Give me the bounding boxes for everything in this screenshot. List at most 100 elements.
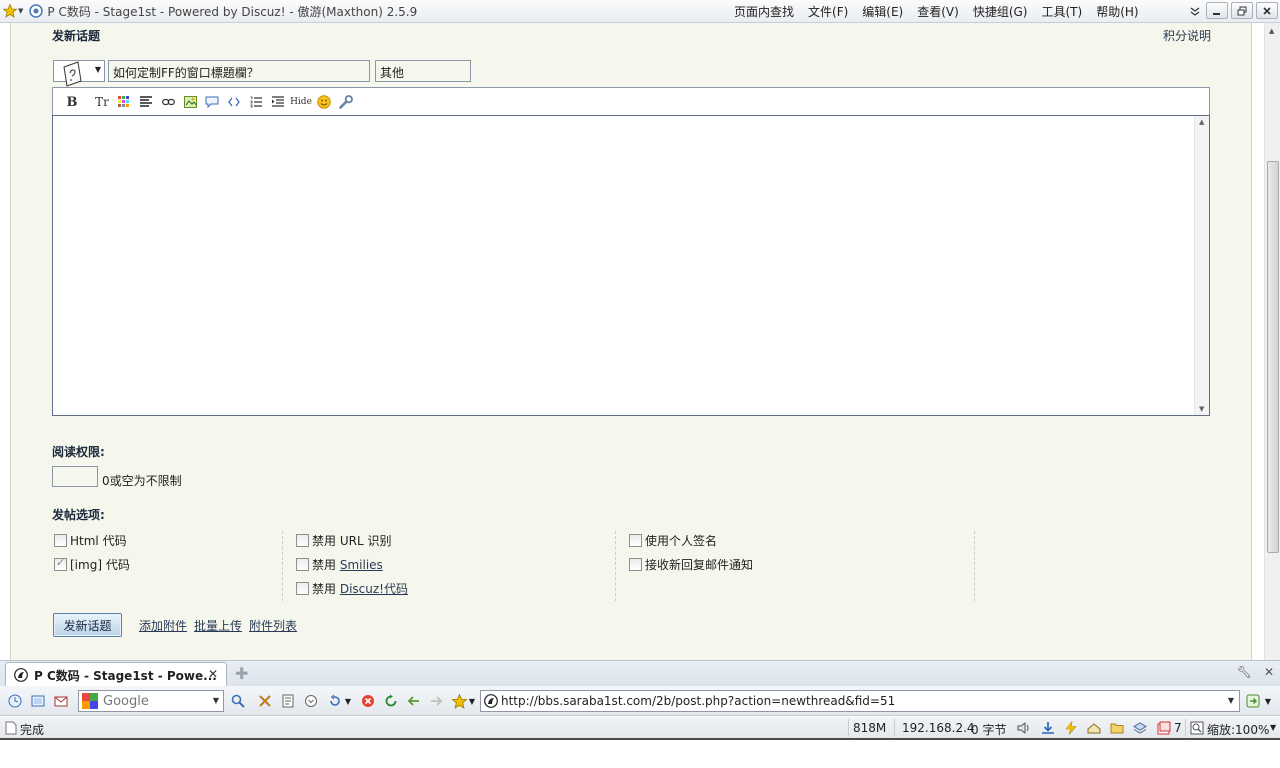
hide-content-button[interactable]: Hide: [289, 92, 313, 112]
folder-icon[interactable]: [1109, 720, 1125, 736]
batch-upload-link[interactable]: 批量上传: [194, 617, 242, 634]
html-code-checkbox[interactable]: [54, 534, 67, 547]
advanced-tools-button[interactable]: [335, 92, 357, 112]
proxy-icon[interactable]: [1086, 720, 1102, 736]
tools-icon[interactable]: [257, 693, 273, 709]
scroll-up-arrow-icon[interactable]: ▲: [1199, 118, 1204, 126]
zoom-icon[interactable]: [1189, 720, 1205, 736]
post-form-panel: 发新话题 积分说明 ▼ 如何定制FF的窗口標題欄？ 其他 B Tr Hide ▲…: [10, 23, 1252, 660]
byte-count: 0 字节: [971, 723, 1007, 737]
refresh-icon[interactable]: [383, 693, 399, 709]
textarea-scrollbar[interactable]: ▲ ▼: [1194, 116, 1209, 415]
google-icon[interactable]: [82, 693, 98, 709]
scroll-up-arrow-icon[interactable]: ▲: [1269, 27, 1274, 35]
option-use-signature[interactable]: 使用个人签名: [629, 532, 717, 549]
align-button[interactable]: [135, 92, 157, 112]
menu-view[interactable]: 查看(V): [917, 3, 959, 20]
option-disable-smilies[interactable]: 禁用 Smilies: [296, 556, 383, 573]
attachment-list-link[interactable]: 附件列表: [249, 617, 297, 634]
chevron-down-icon[interactable]: ▼: [1270, 723, 1276, 732]
menu-help[interactable]: 帮助(H): [1096, 3, 1138, 20]
image-button[interactable]: [179, 92, 201, 112]
option-img-code[interactable]: [img] 代码: [54, 556, 130, 573]
tab-title: P C数码 - Stage1st - Powe...: [34, 668, 217, 683]
post-icon-select[interactable]: ▼: [53, 60, 105, 87]
favorites-star-icon[interactable]: [3, 4, 17, 18]
close-window-button[interactable]: [1256, 2, 1278, 19]
go-icon[interactable]: [1245, 693, 1261, 709]
menu-groups[interactable]: 快捷组(G): [973, 3, 1028, 20]
page-viewport: 发新话题 积分说明 ▼ 如何定制FF的窗口標題欄？ 其他 B Tr Hide ▲…: [0, 23, 1264, 660]
email-notify-checkbox[interactable]: [629, 558, 642, 571]
message-textarea[interactable]: ▲ ▼: [52, 115, 1210, 416]
page-scrollbar[interactable]: ▲: [1264, 23, 1280, 660]
download-icon[interactable]: [1040, 720, 1056, 736]
close-all-tabs-icon[interactable]: ✕: [1264, 665, 1274, 679]
chevron-down-icon[interactable]: ▼: [343, 693, 353, 709]
screen-capture-icon[interactable]: [30, 693, 46, 709]
tab-count-icon[interactable]: [1156, 720, 1172, 736]
layers-icon[interactable]: [1132, 720, 1148, 736]
scroll-down-arrow-icon[interactable]: ▼: [1199, 405, 1204, 413]
tabbar-pin-icon[interactable]: 🔧︎: [1237, 665, 1252, 679]
mail-icon[interactable]: [53, 693, 69, 709]
lightning-icon[interactable]: [1063, 720, 1079, 736]
option-disable-url[interactable]: 禁用 URL 识别: [296, 532, 391, 549]
menu-overflow-chevron-icon[interactable]: [1187, 2, 1203, 19]
restore-button[interactable]: [1231, 2, 1253, 19]
menu-tools[interactable]: 工具(T): [1042, 3, 1083, 20]
undo-close-icon[interactable]: [327, 693, 343, 709]
favorites-star-icon[interactable]: [451, 693, 467, 709]
link-button[interactable]: [157, 92, 179, 112]
search-icon[interactable]: [230, 693, 246, 709]
close-tab-icon[interactable]: ✕: [208, 667, 218, 681]
stop-icon[interactable]: [360, 693, 376, 709]
smiley-button[interactable]: [313, 92, 335, 112]
read-permission-input[interactable]: [52, 466, 98, 487]
search-engine-box[interactable]: Google ▼: [78, 690, 224, 712]
quote-button[interactable]: [201, 92, 223, 112]
minimize-button[interactable]: [1206, 2, 1228, 19]
zoom-level[interactable]: 缩放:100%: [1207, 721, 1269, 738]
option-disable-discuz-code[interactable]: 禁用 Discuz!代码: [296, 580, 408, 597]
disable-smilies-checkbox[interactable]: [296, 558, 309, 571]
credits-help-link[interactable]: 积分说明: [1163, 27, 1211, 44]
chevron-down-icon[interactable]: ▼: [467, 693, 477, 709]
tab-active[interactable]: P C数码 - Stage1st - Powe... ✕: [5, 662, 227, 687]
subject-input[interactable]: 如何定制FF的窗口標題欄？: [108, 60, 370, 82]
menu-file[interactable]: 文件(F): [808, 3, 848, 20]
smilies-link[interactable]: Smilies: [340, 558, 383, 572]
signature-checkbox[interactable]: [629, 534, 642, 547]
notes-icon[interactable]: [280, 693, 296, 709]
chevron-down-icon[interactable]: ▼: [1228, 696, 1234, 705]
font-size-button[interactable]: Tr: [91, 92, 113, 112]
indent-button[interactable]: [267, 92, 289, 112]
ordered-list-button[interactable]: [245, 92, 267, 112]
code-button[interactable]: [223, 92, 245, 112]
color-button[interactable]: [113, 92, 135, 112]
bold-button[interactable]: B: [61, 92, 83, 112]
option-html-code[interactable]: Html 代码: [54, 532, 127, 549]
dropdown-circle-icon[interactable]: [303, 693, 319, 709]
scrollbar-thumb[interactable]: [1267, 161, 1279, 553]
disable-discuz-checkbox[interactable]: [296, 582, 309, 595]
option-email-notify[interactable]: 接收新回复邮件通知: [629, 556, 753, 573]
signature-label: 使用个人签名: [645, 534, 718, 548]
new-tab-icon[interactable]: ✚: [235, 664, 248, 683]
chevron-down-icon[interactable]: ▼: [1263, 693, 1273, 709]
address-bar[interactable]: http://bbs.saraba1st.com/2b/post.php?act…: [480, 690, 1240, 712]
menu-find-in-page[interactable]: 页面内查找: [734, 3, 794, 20]
thread-type-select[interactable]: 其他: [375, 60, 471, 82]
img-code-checkbox[interactable]: [54, 556, 67, 571]
submit-new-thread-button[interactable]: 发新话题: [53, 613, 122, 637]
menu-edit[interactable]: 编辑(E): [862, 3, 903, 20]
favorites-dropdown-icon[interactable]: ▼: [18, 7, 23, 15]
sound-icon[interactable]: [1016, 720, 1032, 736]
forward-arrow-icon[interactable]: [428, 693, 444, 709]
back-arrow-icon[interactable]: [406, 693, 422, 709]
disable-url-checkbox[interactable]: [296, 534, 309, 547]
discuz-code-link[interactable]: Discuz!代码: [340, 580, 408, 597]
chevron-down-icon[interactable]: ▼: [213, 696, 219, 705]
history-clock-icon[interactable]: [7, 693, 23, 709]
add-attachment-link[interactable]: 添加附件: [139, 617, 187, 634]
